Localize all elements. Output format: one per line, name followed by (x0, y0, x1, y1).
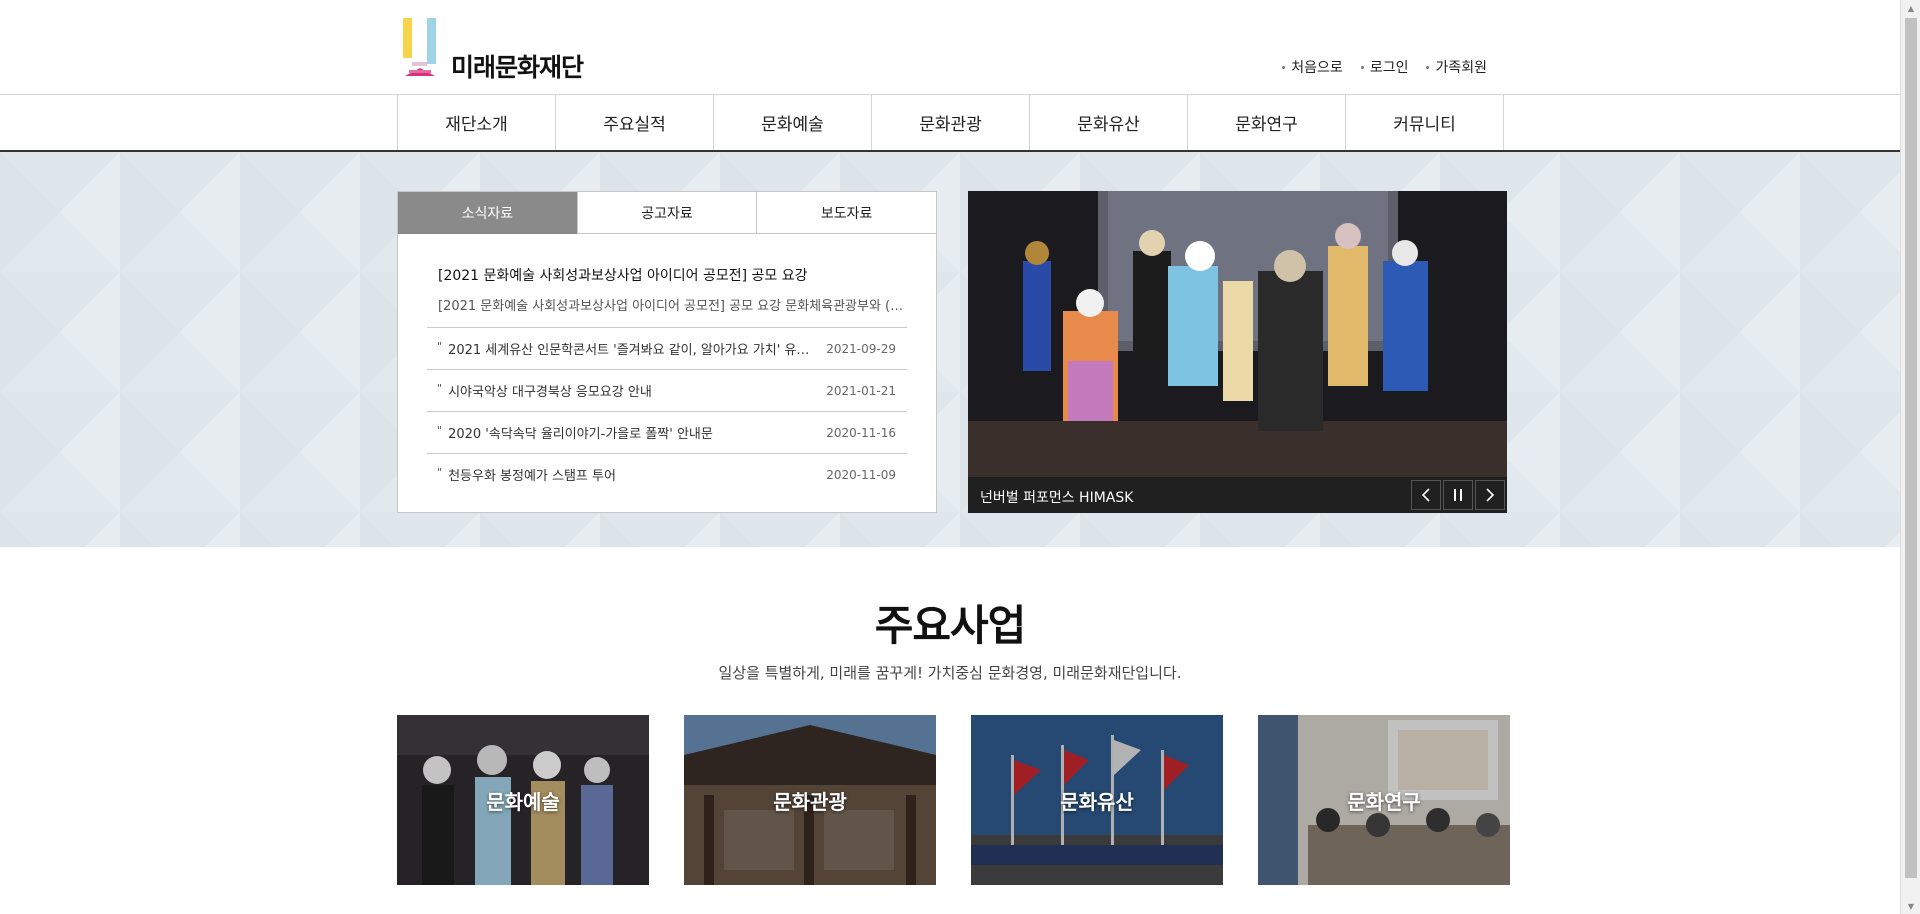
tab-news[interactable]: 소식자료 (398, 192, 577, 234)
gnb-item-cultural-heritage[interactable]: 문화유산 (1030, 95, 1188, 150)
list-item[interactable]: " 2020 '속닥속닥 율리이야기-가을로 폴짝' 안내문 2020-11-1… (427, 411, 907, 453)
slide-caption-bar: 넌버벌 퍼포먼스 HIMASK (968, 477, 1507, 513)
card-culture-arts[interactable]: 문화예술 (397, 715, 649, 885)
utility-links: 처음으로 로그인 가족회원 (1282, 57, 1487, 77)
headline-description: [2021 문화예술 사회성과보상사업 아이디어 공모전] 공모 요강 문화체육… (438, 299, 904, 314)
headline-title[interactable]: [2021 문화예술 사회성과보상사업 아이디어 공모전] 공모 요강 (438, 265, 908, 285)
list-item[interactable]: " 천등우화 봉정예가 스탬프 투어 2020-11-09 (427, 453, 907, 495)
bullet-icon: " (437, 466, 443, 479)
logo-text: 미래문화재단 (451, 53, 584, 82)
news-panel: 소식자료 공고자료 보도자료 [2021 문화예술 사회성과보상사업 아이디어 … (397, 191, 937, 513)
page-scrollbar[interactable]: ▲ ▼ (1900, 0, 1920, 914)
gnb-list: 재단소개 주요실적 문화예술 문화관광 문화유산 문화연구 커뮤니티 (397, 95, 1504, 150)
news-headline[interactable]: [2021 문화예술 사회성과보상사업 아이디어 공모전] 공모 요강 [202… (438, 265, 908, 314)
card-label: 문화유산 (1060, 789, 1134, 814)
bullet-icon: " (437, 424, 443, 437)
main-navigation: 재단소개 주요실적 문화예술 문화관광 문화유산 문화연구 커뮤니티 (0, 95, 1900, 152)
list-item[interactable]: " 시야국악상 대구경북상 응모요강 안내 2021-01-21 (427, 369, 907, 411)
chevron-right-icon[interactable] (1475, 480, 1505, 510)
bullet-icon: " (437, 382, 443, 395)
card-cultural-heritage[interactable]: 문화유산 (971, 715, 1223, 885)
news-item-title[interactable]: 시야국악상 대구경북상 응모요강 안내 (448, 381, 826, 400)
news-item-title[interactable]: 천등우화 봉정예가 스탬프 투어 (448, 465, 826, 484)
card-label: 문화연구 (1347, 789, 1421, 814)
visual-band: 소식자료 공고자료 보도자료 [2021 문화예술 사회성과보상사업 아이디어 … (0, 152, 1900, 547)
news-tabs: 소식자료 공고자료 보도자료 (398, 192, 937, 234)
list-item[interactable]: " 2021 세계유산 인문학콘서트 '즐겨봐요 같이, 알아가요 가치' 유…… (427, 327, 907, 369)
card-culture-research[interactable]: 문화연구 (1258, 715, 1510, 885)
slide-image[interactable] (968, 191, 1507, 477)
page: 미래문화재단 처음으로 로그인 가족회원 재단소개 주요실적 문화예술 문화관광… (0, 0, 1920, 914)
card-label: 문화관광 (773, 789, 847, 814)
card-culture-tourism[interactable]: 문화관광 (684, 715, 936, 885)
bullet-icon: " (437, 340, 443, 353)
news-list: " 2021 세계유산 인문학콘서트 '즐겨봐요 같이, 알아가요 가치' 유…… (427, 327, 907, 495)
section-title: 주요사업 (874, 601, 1027, 650)
gnb-item-foundation[interactable]: 재단소개 (398, 95, 556, 150)
tab-press[interactable]: 보도자료 (756, 192, 937, 234)
gnb-item-culture-arts[interactable]: 문화예술 (714, 95, 872, 150)
scroll-down-arrow-icon[interactable]: ▼ (1901, 898, 1920, 914)
site-logo[interactable]: 미래문화재단 (403, 16, 603, 82)
gnb-item-culture-tourism[interactable]: 문화관광 (872, 95, 1030, 150)
section-subtitle: 일상을 특별하게, 미래를 꿈꾸게! 가치중심 문화경영, 미래문화재단입니다. (718, 664, 1182, 682)
util-link-login[interactable]: 로그인 (1361, 57, 1409, 77)
util-link-family-member[interactable]: 가족회원 (1426, 57, 1487, 77)
card-label: 문화예술 (486, 789, 560, 814)
business-cards: 문화예술 문화관광 문화유산 문화연구 (397, 715, 1510, 885)
slide-caption: 넌버벌 퍼포먼스 HIMASK (980, 490, 1134, 506)
news-item-date: 2021-01-21 (826, 383, 896, 398)
gnb-item-community[interactable]: 커뮤니티 (1346, 95, 1504, 150)
news-item-title[interactable]: 2020 '속닥속닥 율리이야기-가을로 폴짝' 안내문 (448, 423, 826, 442)
news-item-date: 2020-11-09 (826, 467, 896, 482)
gnb-item-achievements[interactable]: 주요실적 (556, 95, 714, 150)
scrollbar-thumb[interactable] (1905, 18, 1917, 878)
news-item-title[interactable]: 2021 세계유산 인문학콘서트 '즐겨봐요 같이, 알아가요 가치' 유… (448, 339, 826, 358)
slider-controls (1411, 480, 1505, 510)
news-item-date: 2020-11-16 (826, 425, 896, 440)
image-slider: 넌버벌 퍼포먼스 HIMASK (968, 191, 1507, 513)
background-pattern (0, 152, 1900, 547)
chevron-left-icon[interactable] (1411, 480, 1441, 510)
tab-notices[interactable]: 공고자료 (576, 192, 757, 234)
scroll-up-arrow-icon[interactable]: ▲ (1901, 0, 1920, 16)
news-item-date: 2021-09-29 (826, 341, 896, 356)
pause-icon[interactable] (1443, 480, 1473, 510)
logo-mark-icon (403, 18, 436, 76)
util-link-home[interactable]: 처음으로 (1282, 57, 1343, 77)
gnb-item-culture-research[interactable]: 문화연구 (1188, 95, 1346, 150)
site-header: 미래문화재단 처음으로 로그인 가족회원 (0, 0, 1900, 95)
